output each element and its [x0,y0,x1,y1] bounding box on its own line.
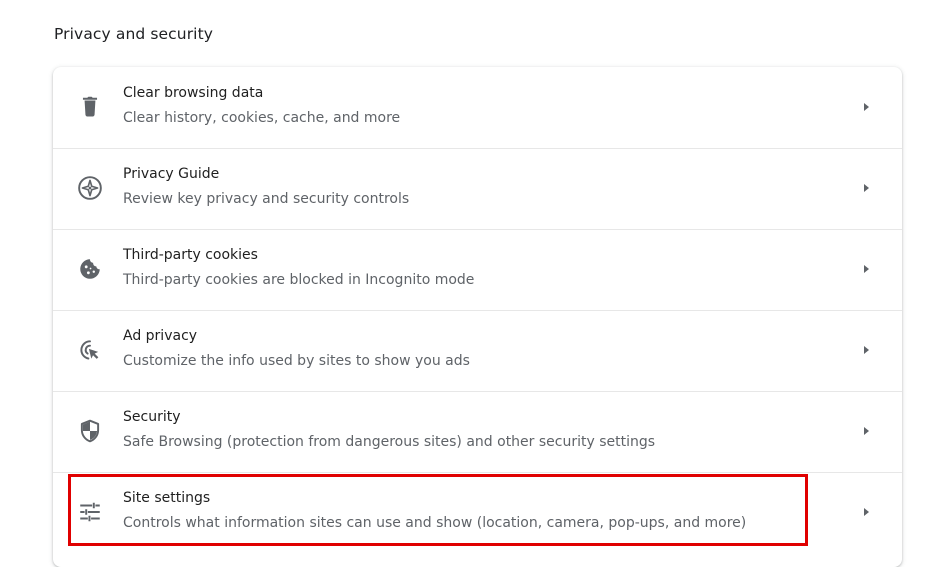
ad-privacy-row[interactable]: Ad privacy Customize the info used by si… [53,310,902,391]
row-title: Ad privacy [123,328,198,344]
row-title: Privacy Guide [123,166,220,182]
row-divider [53,310,902,311]
chevron-right-icon [859,343,873,357]
row-divider [53,229,902,230]
privacy-guide-row[interactable]: Privacy Guide Review key privacy and sec… [53,148,902,229]
chevron-right-icon [859,181,873,195]
row-subtitle: Third-party cookies are blocked in Incog… [123,272,475,288]
security-row[interactable]: Security Safe Browsing (protection from … [53,391,902,472]
row-subtitle: Safe Browsing (protection from dangerous… [123,434,656,450]
row-title: Clear browsing data [123,85,264,101]
chevron-right-icon [859,262,873,276]
shield-icon [77,418,103,444]
ad-privacy-icon [77,337,103,363]
row-title: Security [123,409,181,425]
row-divider [53,391,902,392]
row-divider [53,472,902,473]
site-settings-row[interactable]: Site settings Controls what information … [53,472,902,553]
compass-icon [77,175,103,201]
privacy-security-card: Clear browsing data Clear history, cooki… [53,67,902,567]
cookie-icon [77,256,103,282]
third-party-cookies-row[interactable]: Third-party cookies Third-party cookies … [53,229,902,310]
section-title: Privacy and security [54,25,214,43]
clear-browsing-data-row[interactable]: Clear browsing data Clear history, cooki… [53,67,902,148]
row-title: Site settings [123,490,211,506]
row-subtitle: Clear history, cookies, cache, and more [123,110,401,126]
row-subtitle: Customize the info used by sites to show… [123,353,470,369]
trash-icon [77,94,103,120]
chevron-right-icon [859,424,873,438]
row-divider [53,148,902,149]
row-title: Third-party cookies [123,247,258,263]
chevron-right-icon [859,505,873,519]
chevron-right-icon [859,100,873,114]
tune-icon [77,499,103,525]
row-subtitle: Controls what information sites can use … [123,515,747,531]
row-subtitle: Review key privacy and security controls [123,191,410,207]
